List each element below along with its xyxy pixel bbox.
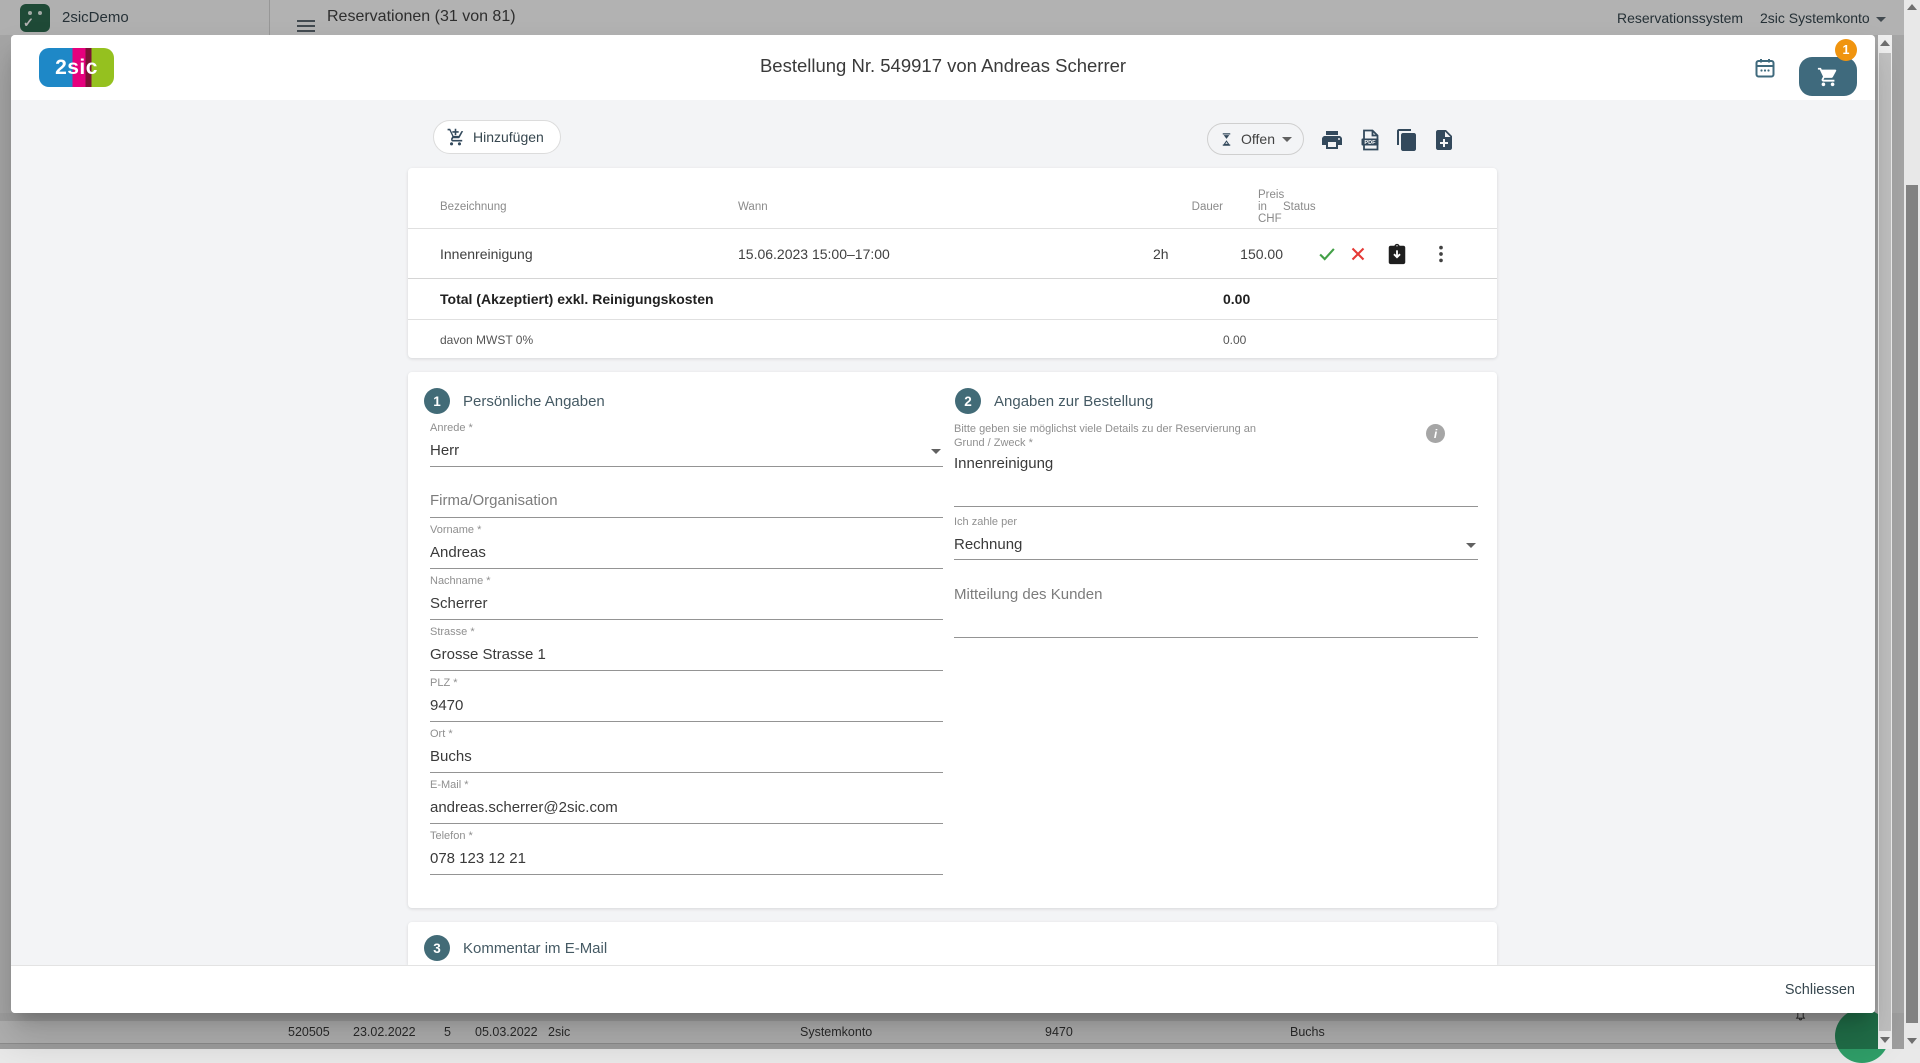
form-field[interactable]: E-Mail * andreas.scherrer@2sic.com <box>430 777 943 824</box>
chevron-down-icon[interactable] <box>931 449 941 454</box>
item-name: Innenreinigung <box>440 246 738 262</box>
reject-icon[interactable] <box>1347 243 1369 265</box>
clipboard-download-icon[interactable] <box>1386 243 1408 265</box>
print-icon[interactable] <box>1320 128 1344 152</box>
payment-method-select[interactable]: Ich zahle per Rechnung <box>954 516 1478 560</box>
section-number-badge: 1 <box>424 388 450 414</box>
order-form-card: 1 Persönliche Angaben 2 Angaben zur Best… <box>408 372 1497 908</box>
dialog-header: 2sic Bestellung Nr. 549917 von Andreas S… <box>11 35 1875 100</box>
accept-icon[interactable] <box>1316 243 1338 265</box>
field-value: Scherrer <box>430 595 488 612</box>
total-label: Total (Akzeptiert) exkl. Reinigungskoste… <box>440 291 1223 307</box>
more-options-icon[interactable] <box>1430 243 1452 265</box>
order-dialog: 2sic Bestellung Nr. 549917 von Andreas S… <box>11 35 1875 1013</box>
field-label: Grund / Zweck * <box>954 436 1478 450</box>
scrollbar-thumb[interactable] <box>1906 185 1918 1023</box>
dialog-title: Bestellung Nr. 549917 von Andreas Scherr… <box>11 55 1875 77</box>
chevron-down-icon[interactable] <box>1466 543 1476 548</box>
close-button[interactable]: Schliessen <box>1765 972 1875 1008</box>
order-status-dropdown[interactable]: Offen <box>1207 123 1304 155</box>
cart-button[interactable] <box>1799 57 1857 96</box>
add-shopping-cart-icon <box>446 128 465 147</box>
calendar-icon[interactable] <box>1753 56 1777 85</box>
field-label: Anrede * <box>430 422 473 434</box>
chevron-down-icon <box>1282 137 1292 142</box>
field-label: Telefon * <box>430 830 473 842</box>
reason-field[interactable]: Bitte geben sie möglichst viele Details … <box>954 422 1478 507</box>
item-price: 150.00 <box>1223 246 1283 262</box>
customer-message-field[interactable]: Mitteilung des Kunden <box>954 582 1478 638</box>
form-field[interactable]: Ort * Buchs <box>430 726 943 773</box>
shopping-cart-icon <box>1817 66 1839 88</box>
cart-badge: 1 <box>1835 39 1857 61</box>
form-field[interactable]: PLZ * 9470 <box>430 675 943 722</box>
column-header: Status <box>1283 183 1465 213</box>
scroll-up-arrow[interactable] <box>1880 40 1890 46</box>
vat-row: davon MWST 0% 0.00 <box>408 320 1497 359</box>
field-label: PLZ * <box>430 677 458 689</box>
column-header: Preis in CHF <box>1223 171 1283 225</box>
email-comment-card: 3 Kommentar im E-Mail <box>408 922 1497 965</box>
section-number-badge: 3 <box>424 935 450 961</box>
field-label: Ich zahle per <box>954 516 1017 528</box>
item-duration: 2h <box>1153 246 1223 262</box>
form-field[interactable]: Vorname * Andreas <box>430 522 943 569</box>
field-label: Mitteilung des Kunden <box>954 586 1102 603</box>
section-email-comment: 3 Kommentar im E-Mail <box>424 935 607 961</box>
new-document-icon[interactable] <box>1432 128 1456 152</box>
field-value: Innenreinigung <box>954 455 1478 472</box>
svg-text:PDF: PDF <box>1364 140 1376 146</box>
section-personal: 1 Persönliche Angaben <box>424 388 605 414</box>
form-field[interactable]: Strasse * Grosse Strasse 1 <box>430 624 943 671</box>
total-value: 0.00 <box>1223 291 1283 307</box>
dialog-scrollbar[interactable] <box>1878 35 1892 1049</box>
field-label: Vorname * <box>430 524 481 536</box>
field-value: 9470 <box>430 697 463 714</box>
page-scrollbar[interactable] <box>1904 0 1920 1049</box>
field-value: andreas.scherrer@2sic.com <box>430 799 618 816</box>
field-hint: Bitte geben sie möglichst viele Details … <box>954 422 1478 436</box>
scroll-up-arrow[interactable] <box>1907 4 1917 10</box>
pdf-icon[interactable]: PDF <box>1358 128 1382 152</box>
section-order-details: 2 Angaben zur Bestellung <box>955 388 1153 414</box>
column-header: Dauer <box>1153 183 1223 213</box>
order-item-row[interactable]: Innenreinigung 15.06.2023 15:00–17:00 2h… <box>408 229 1497 278</box>
field-label: E-Mail * <box>430 779 469 791</box>
form-field[interactable]: Telefon * 078 123 12 21 <box>430 828 943 875</box>
field-label: Strasse * <box>430 626 475 638</box>
column-header: Wann <box>738 183 1153 213</box>
field-value: Herr <box>430 442 459 459</box>
field-value: Grosse Strasse 1 <box>430 646 546 663</box>
add-item-button[interactable]: Hinzufügen <box>433 120 561 154</box>
hourglass-icon <box>1219 132 1234 147</box>
scrollbar-thumb[interactable] <box>1879 53 1891 1031</box>
vat-value: 0.00 <box>1223 333 1283 347</box>
field-label: Ort * <box>430 728 453 740</box>
form-field[interactable]: Anrede * Herr <box>430 420 943 467</box>
column-header: Bezeichnung <box>440 183 738 213</box>
form-field[interactable]: Firma/Organisation <box>430 471 943 518</box>
field-label: Nachname * <box>430 575 491 587</box>
section-number-badge: 2 <box>955 388 981 414</box>
form-field[interactable]: Nachname * Scherrer <box>430 573 943 620</box>
info-icon[interactable]: i <box>1426 424 1445 443</box>
field-value: Andreas <box>430 544 486 561</box>
dialog-footer: Schliessen <box>11 965 1875 1013</box>
copy-icon[interactable] <box>1395 128 1419 152</box>
field-value: Buchs <box>430 748 472 765</box>
scroll-down-arrow[interactable] <box>1907 1038 1917 1044</box>
item-when: 15.06.2023 15:00–17:00 <box>738 246 1153 262</box>
field-value: 078 123 12 21 <box>430 850 526 867</box>
order-items-card: BezeichnungWannDauerPreis in CHFStatus I… <box>408 168 1497 358</box>
personal-fields: Anrede * Herr Firma/Organisation Vorname… <box>430 420 943 879</box>
scroll-down-arrow[interactable] <box>1880 1037 1890 1043</box>
total-row: Total (Akzeptiert) exkl. Reinigungskoste… <box>408 279 1497 319</box>
vat-label: davon MWST 0% <box>440 333 1223 347</box>
field-value: Rechnung <box>954 536 1022 553</box>
table-header-row: BezeichnungWannDauerPreis in CHFStatus <box>408 168 1497 228</box>
field-label: Firma/Organisation <box>430 492 558 509</box>
